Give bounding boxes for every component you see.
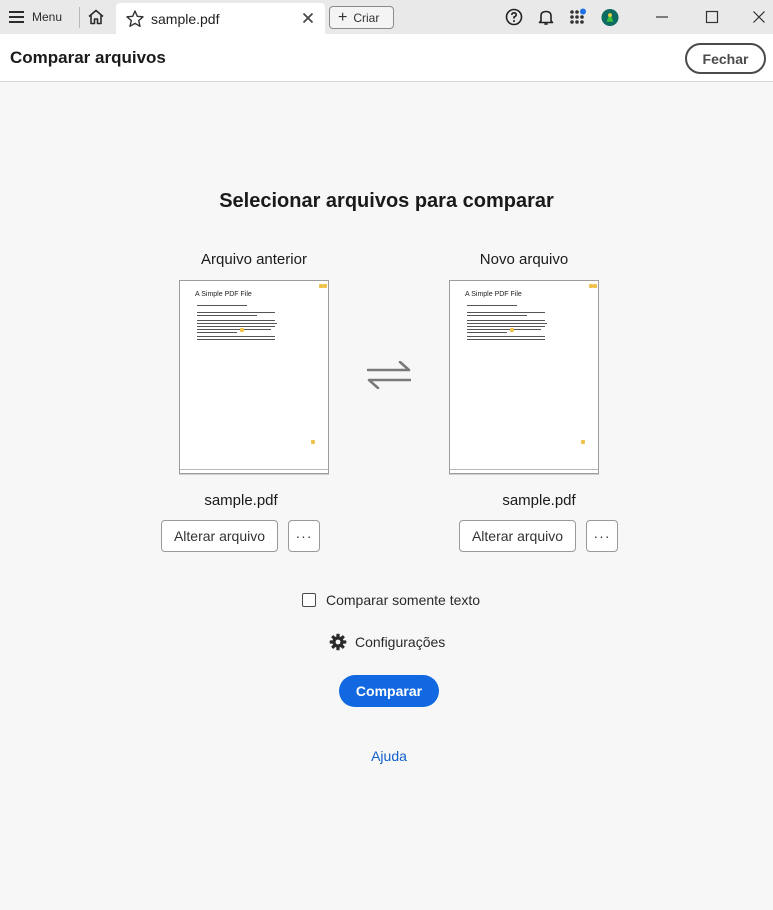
tab-bar: Menu sample.pdf + Criar xyxy=(0,0,773,34)
old-file-label: Arquivo anterior xyxy=(201,251,307,268)
gear-icon xyxy=(329,633,347,651)
text-only-option[interactable]: Comparar somente texto xyxy=(302,591,480,609)
menu-button[interactable]: Menu xyxy=(0,0,76,34)
old-change-file-button[interactable]: Alterar arquivo xyxy=(161,520,278,552)
close-icon[interactable] xyxy=(300,10,316,26)
new-file-thumbnail[interactable]: A Simple PDF File xyxy=(449,280,599,474)
new-file-label: Novo arquivo xyxy=(479,251,569,268)
new-change-file-button[interactable]: Alterar arquivo xyxy=(459,520,576,552)
tab-title: sample.pdf xyxy=(151,11,220,27)
text-only-checkbox[interactable] xyxy=(302,593,316,607)
apps-icon[interactable] xyxy=(569,8,587,26)
tab-divider xyxy=(79,7,80,28)
thumbnail-title: A Simple PDF File xyxy=(195,291,252,298)
close-button[interactable]: Fechar xyxy=(685,43,766,74)
new-more-options-button[interactable]: ··· xyxy=(586,520,618,552)
hamburger-menu-icon xyxy=(9,11,24,23)
bell-icon[interactable] xyxy=(537,8,555,26)
menu-label: Menu xyxy=(32,10,63,24)
home-icon xyxy=(88,9,104,25)
thumbnail-title: A Simple PDF File xyxy=(465,291,522,298)
old-more-options-button[interactable]: ··· xyxy=(288,520,320,552)
old-file-name: sample.pdf xyxy=(204,492,278,509)
compare-button[interactable]: Comparar xyxy=(339,675,439,707)
create-label: Criar xyxy=(353,10,380,25)
old-file-thumbnail[interactable]: A Simple PDF File xyxy=(179,280,329,474)
tab-sample-pdf[interactable]: sample.pdf xyxy=(116,3,325,34)
help-link[interactable]: Ajuda xyxy=(0,748,773,764)
text-only-label: Comparar somente texto xyxy=(326,592,481,608)
new-file-name: sample.pdf xyxy=(502,492,576,509)
minimize-icon[interactable] xyxy=(651,6,673,28)
page-title: Comparar arquivos xyxy=(10,48,166,67)
create-button[interactable]: + Criar xyxy=(329,6,394,29)
main-title: Selecionar arquivos para comparar xyxy=(219,190,554,212)
settings-link[interactable]: Configurações xyxy=(329,632,445,652)
settings-label: Configurações xyxy=(355,634,446,650)
swap-arrows-icon[interactable] xyxy=(367,361,411,389)
maximize-icon[interactable] xyxy=(701,6,723,28)
help-icon[interactable] xyxy=(505,8,523,26)
star-icon[interactable] xyxy=(125,9,145,29)
avatar-icon[interactable] xyxy=(601,8,619,26)
plus-icon: + xyxy=(338,8,348,26)
home-button[interactable] xyxy=(83,4,109,30)
tool-header: Comparar arquivos Fechar xyxy=(0,34,773,82)
window-close-icon[interactable] xyxy=(748,6,770,28)
